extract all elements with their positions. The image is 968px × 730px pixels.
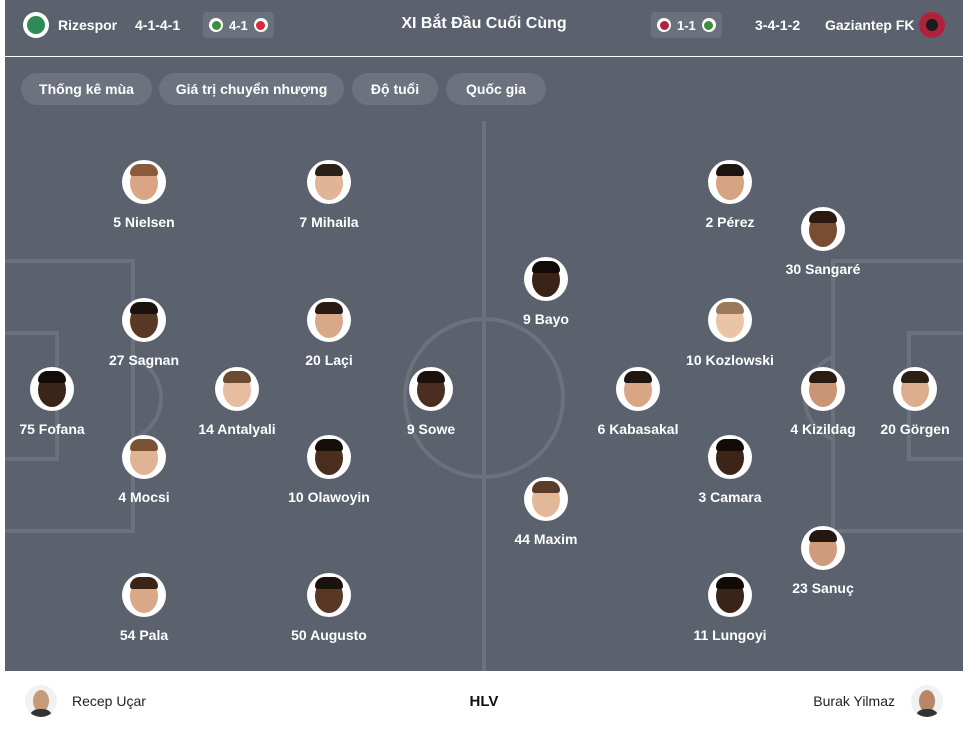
gaziantep-logo-icon[interactable]	[919, 12, 945, 38]
player-card[interactable]: 6 Kabasakal	[568, 367, 708, 437]
player-photo	[307, 298, 351, 342]
player-card[interactable]: 9 Sowe	[361, 367, 501, 437]
player-card[interactable]: 75 Fofana	[5, 367, 122, 437]
away-formation: 3-4-1-2	[755, 17, 801, 33]
filter-bar: Thống kê mùa Giá trị chuyển nhượng Độ tu…	[5, 57, 963, 121]
player-card[interactable]: 14 Antalyali	[167, 367, 307, 437]
player-name: 11 Lungoyi	[693, 627, 767, 643]
player-photo	[801, 207, 845, 251]
player-photo	[801, 526, 845, 570]
away-recent-result[interactable]: 1-1	[651, 12, 722, 38]
player-name: 5 Nielsen	[113, 214, 175, 230]
lineup-header: Rizespor 4-1-4-1 4-1 XI Bắt Đầu Cuối Cùn…	[5, 0, 963, 56]
player-name: 10 Kozlowski	[686, 352, 774, 368]
player-photo	[30, 367, 74, 411]
player-card[interactable]: 10 Kozlowski	[660, 298, 800, 368]
player-photo	[122, 160, 166, 204]
player-card[interactable]: 10 Olawoyin	[259, 435, 399, 505]
player-card[interactable]: 5 Nielsen	[74, 160, 214, 230]
away-coach-name[interactable]: Burak Yilmaz	[813, 693, 895, 709]
player-name: 3 Camara	[698, 489, 762, 505]
player-card[interactable]: 7 Mihaila	[259, 160, 399, 230]
player-photo	[616, 367, 660, 411]
page-title: XI Bắt Đầu Cuối Cùng	[401, 15, 567, 32]
player-card[interactable]: 27 Sagnan	[74, 298, 214, 368]
player-photo	[708, 160, 752, 204]
player-name: 10 Olawoyin	[288, 489, 370, 505]
player-photo	[524, 477, 568, 521]
player-photo	[307, 435, 351, 479]
player-card[interactable]: 50 Augusto	[259, 573, 399, 643]
player-name: 27 Sagnan	[108, 352, 180, 368]
player-name: 50 Augusto	[291, 627, 367, 643]
player-card[interactable]: 20 Laçi	[259, 298, 399, 368]
player-name: 4 Mocsi	[118, 489, 170, 505]
player-card[interactable]: 30 Sangaré	[753, 207, 893, 277]
player-card[interactable]: 3 Camara	[660, 435, 800, 505]
filter-nationality[interactable]: Quốc gia	[446, 73, 546, 105]
player-photo	[215, 367, 259, 411]
player-name: 9 Bayo	[523, 311, 569, 327]
player-name: 54 Pala	[119, 627, 169, 643]
pitch: 5 Nielsen 7 Mihaila 27 Sagnan 20 Laçi 75…	[5, 121, 963, 671]
player-photo	[409, 367, 453, 411]
player-photo	[708, 435, 752, 479]
player-photo	[524, 257, 568, 301]
filter-season-stats[interactable]: Thống kê mùa	[21, 73, 152, 105]
player-photo	[122, 298, 166, 342]
player-name: 7 Mihaila	[299, 214, 359, 230]
player-photo	[122, 573, 166, 617]
player-card[interactable]: 20 Görgen	[845, 367, 963, 437]
away-result-score: 1-1	[677, 17, 696, 33]
opponent-mini-icon	[701, 18, 716, 32]
player-photo	[307, 160, 351, 204]
player-photo	[801, 367, 845, 411]
player-card[interactable]: 11 Lungoyi	[660, 573, 800, 643]
player-name: 30 Sangaré	[785, 261, 861, 277]
player-name: 20 Görgen	[880, 421, 950, 437]
away-coach-avatar[interactable]	[911, 685, 943, 717]
player-photo	[122, 435, 166, 479]
away-team-name[interactable]: Gaziantep FK	[825, 17, 914, 33]
player-photo	[708, 573, 752, 617]
player-photo	[708, 298, 752, 342]
gaziantep-mini-icon	[657, 18, 671, 32]
coaches-bar: Recep Uçar HLV Burak Yilmaz	[5, 671, 963, 730]
player-card[interactable]: 44 Maxim	[476, 477, 616, 547]
player-card[interactable]: 4 Mocsi	[74, 435, 214, 505]
filter-age[interactable]: Độ tuổi	[352, 73, 438, 105]
filter-transfer-value[interactable]: Giá trị chuyển nhượng	[159, 73, 344, 105]
player-card[interactable]: 54 Pala	[74, 573, 214, 643]
player-name: 20 Laçi	[305, 352, 353, 368]
player-card[interactable]: 9 Bayo	[476, 257, 616, 327]
player-name: 44 Maxim	[514, 531, 578, 547]
player-photo	[893, 367, 937, 411]
player-photo	[307, 573, 351, 617]
